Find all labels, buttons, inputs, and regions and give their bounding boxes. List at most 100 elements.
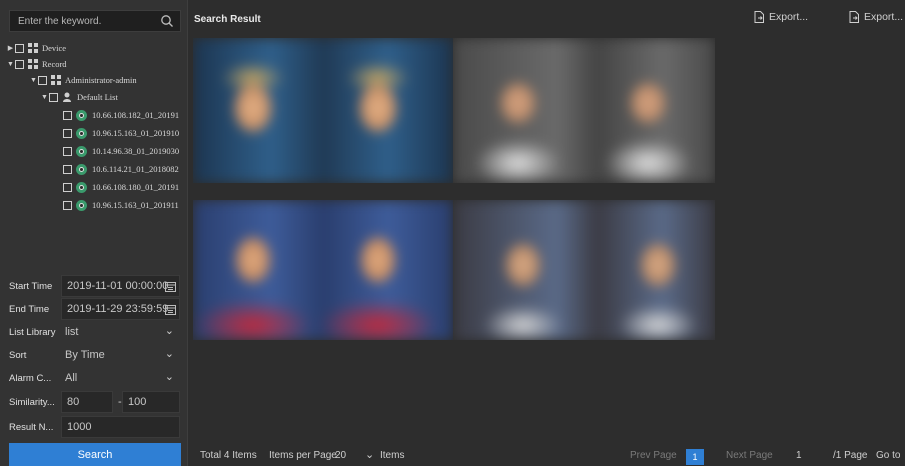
tree-label: 10.66.108.180_01_20191 <box>92 182 180 192</box>
result-number-input[interactable]: 1000 <box>61 416 180 438</box>
export-button-2[interactable]: Export... <box>849 11 903 23</box>
similarity-max-input[interactable]: 100 <box>122 391 180 413</box>
start-time-field[interactable]: 2019-11-01 00:00:00 <box>61 275 180 297</box>
start-time-row: Start Time 2019-11-01 00:00:00 <box>0 275 187 297</box>
calendar-icon[interactable] <box>165 304 176 315</box>
camera-icon <box>76 127 87 139</box>
alarm-value: All <box>65 372 78 384</box>
main-panel: Search Result Export... Export... Total … <box>187 0 905 466</box>
tree-label: 10.66.108.182_01_20191 <box>92 110 180 120</box>
end-time-value: 2019-11-29 23:59:59 <box>67 303 169 315</box>
checkbox[interactable] <box>38 75 47 85</box>
tree-node-default-list[interactable]: ▼ Default List <box>40 89 118 105</box>
end-time-label: End Time <box>9 303 50 315</box>
export-label: Export... <box>864 11 904 23</box>
list-library-value: list <box>65 326 79 338</box>
sort-row: Sort By Time ⌄ <box>0 344 187 366</box>
alarm-row: Alarm C... All ⌄ <box>0 367 187 389</box>
checkbox[interactable] <box>15 59 24 69</box>
page-number-current[interactable]: 1 <box>686 449 704 465</box>
tree-item-camera[interactable]: 10.96.15.163_01_201911 <box>63 197 179 213</box>
alarm-label: Alarm C... <box>9 372 52 384</box>
tree-node-record[interactable]: ▼ Record <box>6 56 67 72</box>
checkbox[interactable] <box>49 92 58 102</box>
checkbox[interactable] <box>15 43 24 53</box>
next-page-button[interactable]: Next Page <box>726 450 773 461</box>
list-library-row: List Library list ⌄ <box>0 321 187 343</box>
page-total: /1 Page <box>833 450 868 461</box>
tree-item-camera[interactable]: 10.14.96.38_01_2019030 <box>63 143 179 159</box>
tree-item-camera[interactable]: 10.66.108.182_01_20191 <box>63 107 179 123</box>
sort-select[interactable]: By Time ⌄ <box>60 344 179 366</box>
collapse-arrow-icon[interactable]: ▼ <box>6 60 15 68</box>
search-button[interactable]: Search <box>9 443 181 466</box>
result-number-value: 1000 <box>67 421 92 433</box>
person-icon <box>63 92 71 102</box>
checkbox[interactable] <box>63 110 72 120</box>
result-thumbnail[interactable] <box>193 38 453 183</box>
result-thumbnail[interactable] <box>453 200 715 340</box>
start-time-value: 2019-11-01 00:00:00 <box>67 280 169 292</box>
tree-node-admin[interactable]: ▼ Administrator-admin <box>29 72 137 88</box>
export-button-1[interactable]: Export... <box>754 11 808 23</box>
expand-arrow-icon[interactable]: ▶ <box>6 44 15 52</box>
group-icon <box>28 43 38 53</box>
search-icon[interactable] <box>160 14 174 28</box>
end-time-field[interactable]: 2019-11-29 23:59:59 <box>61 298 180 320</box>
sort-label: Sort <box>9 349 27 361</box>
group-icon <box>28 59 38 69</box>
page-title: Search Result <box>194 14 261 25</box>
list-library-label: List Library <box>9 326 56 338</box>
search-box[interactable] <box>9 10 181 32</box>
tree-item-camera[interactable]: 10.66.108.180_01_20191 <box>63 179 179 195</box>
group-icon <box>51 75 61 85</box>
camera-icon <box>76 145 87 157</box>
similarity-max-value: 100 <box>128 396 147 408</box>
camera-icon <box>76 109 87 121</box>
pagination: Total 4 Items Items per Page 20 ⌄ Items … <box>188 446 905 466</box>
items-per-page-select[interactable]: 20 <box>335 450 346 461</box>
tree-item-camera[interactable]: 10.6.114.21_01_2018082 <box>63 161 179 177</box>
result-number-row: Result N... 1000 <box>0 416 187 438</box>
checkbox[interactable] <box>63 164 72 174</box>
prev-page-button[interactable]: Prev Page <box>630 450 677 461</box>
alarm-select[interactable]: All ⌄ <box>60 367 179 389</box>
similarity-label: Similarity... <box>9 396 55 408</box>
result-number-label: Result N... <box>9 421 54 433</box>
end-time-row: End Time 2019-11-29 23:59:59 <box>0 298 187 320</box>
calendar-icon[interactable] <box>165 281 176 292</box>
camera-icon <box>76 199 87 211</box>
tree-label: Default List <box>77 92 118 102</box>
tree-node-device[interactable]: ▶ Device <box>6 40 66 56</box>
tree-label: Administrator-admin <box>65 75 137 85</box>
search-input[interactable] <box>10 11 150 31</box>
goto-page-input[interactable]: 1 <box>796 450 802 461</box>
tree-label: Device <box>42 43 67 53</box>
collapse-arrow-icon[interactable]: ▼ <box>29 76 38 84</box>
start-time-label: Start Time <box>9 280 53 292</box>
tree-item-camera[interactable]: 10.96.15.163_01_201910 <box>63 125 179 141</box>
items-label: Items <box>380 450 405 461</box>
goto-button[interactable]: Go to <box>876 450 900 461</box>
sort-value: By Time <box>65 349 105 361</box>
checkbox[interactable] <box>63 182 72 192</box>
tree-label: 10.6.114.21_01_2018082 <box>92 164 179 174</box>
tree-label: 10.14.96.38_01_2019030 <box>92 146 180 156</box>
chevron-down-icon[interactable]: ⌄ <box>165 370 174 383</box>
export-label: Export... <box>769 11 809 23</box>
checkbox[interactable] <box>63 200 72 210</box>
similarity-min-input[interactable]: 80 <box>61 391 113 413</box>
chevron-down-icon[interactable]: ⌄ <box>165 347 174 360</box>
chevron-down-icon[interactable]: ⌄ <box>165 324 174 337</box>
result-thumbnail[interactable] <box>193 200 453 340</box>
camera-icon <box>76 163 87 175</box>
items-per-page-label: Items per Page <box>269 450 337 461</box>
similarity-row: Similarity... 80 - 100 <box>0 391 187 413</box>
checkbox[interactable] <box>63 128 72 138</box>
checkbox[interactable] <box>63 146 72 156</box>
chevron-down-icon[interactable]: ⌄ <box>365 448 374 461</box>
list-library-select[interactable]: list ⌄ <box>60 321 179 343</box>
collapse-arrow-icon[interactable]: ▼ <box>40 93 49 101</box>
result-thumbnail[interactable] <box>453 38 715 183</box>
tree-label: Record <box>42 59 67 69</box>
